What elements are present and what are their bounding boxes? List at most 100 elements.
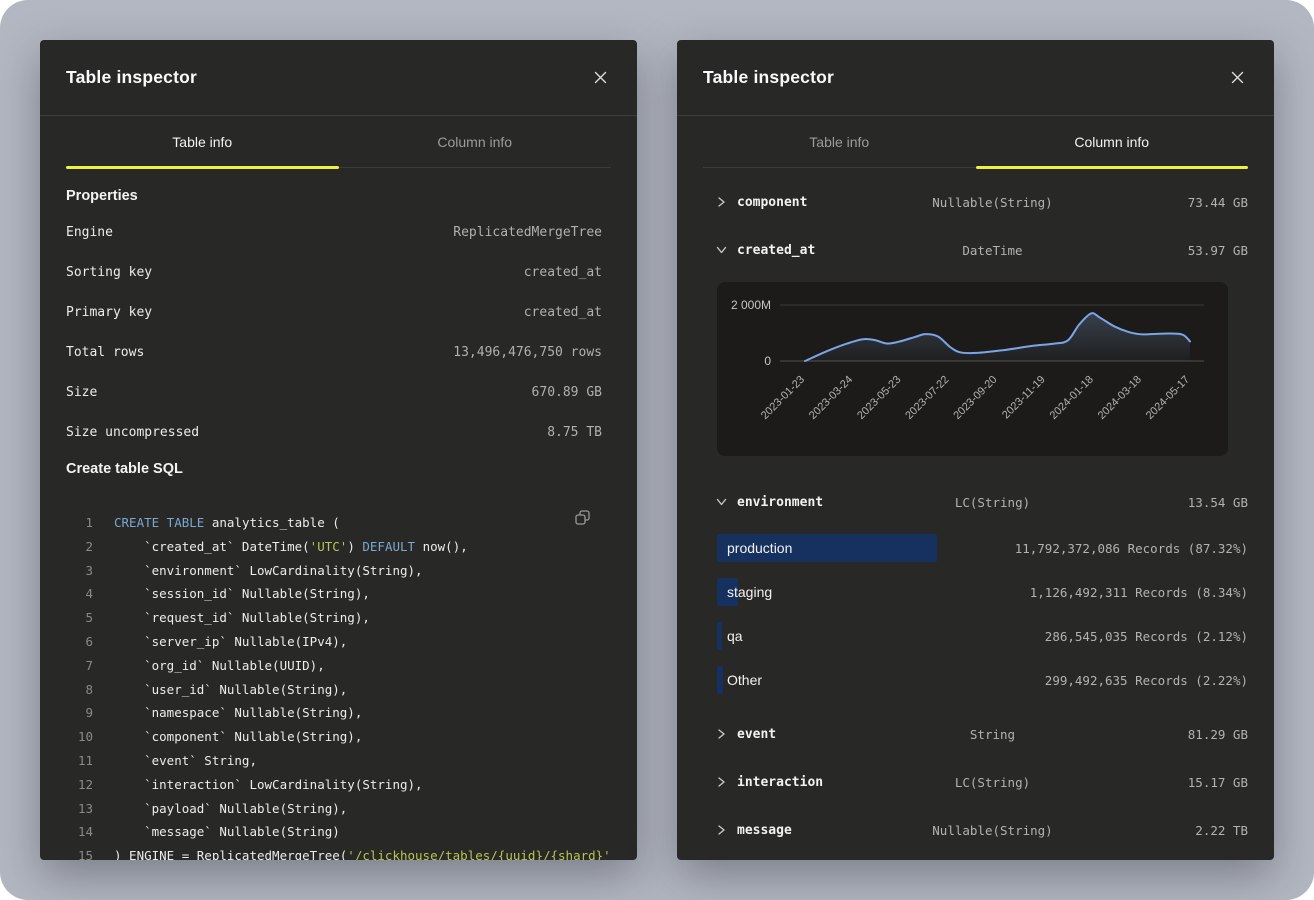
column-row-message[interactable]: message Nullable(String) 2.22 TB — [703, 806, 1248, 854]
svg-text:2023-11-19: 2023-11-19 — [1000, 374, 1048, 422]
distribution-label: qa — [727, 628, 743, 644]
close-icon — [594, 71, 607, 84]
line-number: 6 — [66, 630, 93, 654]
property-label: Engine — [66, 225, 113, 240]
chevron-right-icon[interactable] — [703, 728, 737, 740]
column-row-environment[interactable]: environment LC(String) 13.54 GB — [703, 478, 1248, 526]
svg-text:2024-03-18: 2024-03-18 — [1096, 374, 1144, 422]
create-table-sql-heading: Create table SQL — [66, 461, 611, 477]
tab-column-info[interactable]: Column info — [976, 116, 1249, 167]
line-number: 3 — [66, 559, 93, 583]
property-label: Primary key — [66, 305, 152, 320]
column-row-interaction[interactable]: interaction LC(String) 15.17 GB — [703, 758, 1248, 806]
column-info-list: component Nullable(String) 73.44 GB crea… — [677, 168, 1274, 854]
chevron-down-icon[interactable] — [703, 496, 737, 508]
distribution-value: 11,792,372,086 Records (87.32%) — [1015, 541, 1248, 556]
property-row-sorting-key: Sorting key created_at — [66, 252, 611, 292]
svg-text:0: 0 — [764, 354, 771, 368]
line-number: 2 — [66, 535, 93, 559]
sql-line-1: 1CREATE TABLE analytics_table ( — [66, 511, 611, 535]
property-value: 8.75 TB — [547, 425, 611, 440]
chevron-right-icon[interactable] — [703, 196, 737, 208]
svg-text:2023-05-23: 2023-05-23 — [855, 374, 903, 422]
copy-icon — [574, 509, 591, 526]
dialog-title: Table inspector — [66, 67, 197, 88]
tab-bar: Table infoColumn info — [66, 116, 611, 168]
column-size: 73.44 GB — [1078, 195, 1248, 210]
line-number: 14 — [66, 820, 93, 844]
environment-distribution: production 11,792,372,086 Records (87.32… — [703, 526, 1248, 702]
column-row-component[interactable]: component Nullable(String) 73.44 GB — [703, 178, 1248, 226]
line-number: 8 — [66, 678, 93, 702]
property-label: Size — [66, 385, 97, 400]
column-name: message — [737, 823, 907, 838]
property-value: created_at — [524, 305, 611, 320]
column-size: 15.17 GB — [1078, 775, 1248, 790]
copy-button[interactable] — [570, 505, 595, 530]
property-row-primary-key: Primary key created_at — [66, 292, 611, 332]
column-type: LC(String) — [907, 495, 1077, 510]
column-size: 2.22 TB — [1078, 823, 1248, 838]
distribution-value: 286,545,035 Records (2.12%) — [1045, 629, 1248, 644]
column-type: Nullable(String) — [907, 195, 1077, 210]
line-number: 15 — [66, 844, 93, 860]
dialog-header: Table inspector — [677, 40, 1274, 116]
sql-line-9: 9 `namespace` Nullable(String), — [66, 701, 611, 725]
distribution-label: production — [727, 540, 792, 556]
properties-heading: Properties — [66, 188, 611, 204]
tab-table-info[interactable]: Table info — [703, 116, 976, 167]
line-number: 7 — [66, 654, 93, 678]
line-number: 11 — [66, 749, 93, 773]
chevron-right-icon[interactable] — [703, 776, 737, 788]
property-label: Sorting key — [66, 265, 152, 280]
column-name: event — [737, 727, 907, 742]
column-name: component — [737, 195, 907, 210]
column-type: String — [907, 727, 1077, 742]
svg-text:2023-01-23: 2023-01-23 — [759, 374, 807, 422]
svg-text:2024-05-17: 2024-05-17 — [1144, 374, 1192, 422]
distribution-value: 299,492,635 Records (2.22%) — [1045, 673, 1248, 688]
column-row-created-at[interactable]: created_at DateTime 53.97 GB — [703, 226, 1248, 274]
tab-column-info[interactable]: Column info — [339, 116, 612, 167]
sql-line-2: 2 `created_at` DateTime('UTC') DEFAULT n… — [66, 535, 611, 559]
svg-text:2 000M: 2 000M — [731, 298, 771, 312]
sql-line-7: 7 `org_id` Nullable(UUID), — [66, 654, 611, 678]
sql-line-14: 14 `message` Nullable(String) — [66, 820, 611, 844]
column-row-event[interactable]: event String 81.29 GB — [703, 710, 1248, 758]
sql-line-10: 10 `component` Nullable(String), — [66, 725, 611, 749]
table-inspector-dialog-right: Table inspector Table infoColumn info co… — [677, 40, 1274, 860]
tab-table-info[interactable]: Table info — [66, 116, 339, 167]
svg-text:2024-01-18: 2024-01-18 — [1048, 374, 1096, 422]
property-value: 670.89 GB — [532, 385, 611, 400]
column-size: 13.54 GB — [1078, 495, 1248, 510]
created-at-area-chart: 2 000M 0 2023-01-232023-03-242023-05-23 2… — [717, 282, 1228, 456]
close-button[interactable] — [1227, 67, 1248, 88]
table-info-content: Properties Engine ReplicatedMergeTree So… — [40, 188, 637, 860]
column-name: interaction — [737, 775, 907, 790]
svg-text:2023-03-24: 2023-03-24 — [807, 374, 855, 422]
distribution-label: staging — [727, 584, 772, 600]
sql-code-lines: 1CREATE TABLE analytics_table ( 2 `creat… — [66, 511, 611, 860]
property-label: Total rows — [66, 345, 144, 360]
chevron-right-icon[interactable] — [703, 824, 737, 836]
close-button[interactable] — [590, 67, 611, 88]
sql-line-11: 11 `event` String, — [66, 749, 611, 773]
column-name: environment — [737, 495, 907, 510]
line-number: 12 — [66, 773, 93, 797]
line-number: 5 — [66, 606, 93, 630]
column-type: DateTime — [907, 243, 1077, 258]
line-number: 1 — [66, 511, 93, 535]
column-type: Nullable(String) — [907, 823, 1077, 838]
close-icon — [1231, 71, 1244, 84]
chevron-down-icon[interactable] — [703, 244, 737, 256]
property-row-total-rows: Total rows 13,496,476,750 rows — [66, 332, 611, 372]
property-value: created_at — [524, 265, 611, 280]
sql-line-5: 5 `request_id` Nullable(String), — [66, 606, 611, 630]
tab-bar: Table infoColumn info — [703, 116, 1248, 168]
property-value: ReplicatedMergeTree — [453, 225, 611, 240]
column-size: 81.29 GB — [1078, 727, 1248, 742]
page-background: Table inspector Table infoColumn info Pr… — [0, 0, 1314, 900]
line-number: 4 — [66, 582, 93, 606]
table-inspector-dialog-left: Table inspector Table infoColumn info Pr… — [40, 40, 637, 860]
property-row-size-uncompressed: Size uncompressed 8.75 TB — [66, 412, 611, 452]
